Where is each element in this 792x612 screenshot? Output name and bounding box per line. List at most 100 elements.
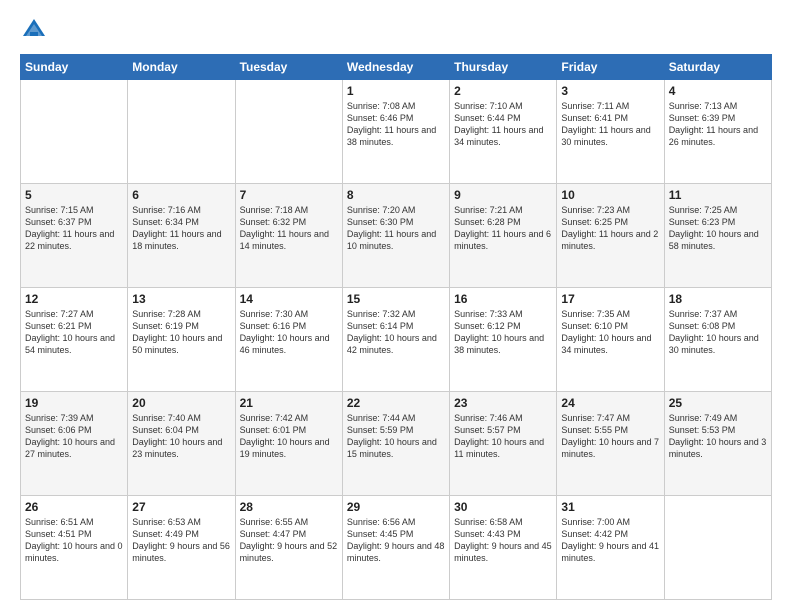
day-number: 7 — [240, 188, 338, 202]
calendar-cell: 24 Sunrise: 7:47 AM Sunset: 5:55 PM Dayli… — [557, 392, 664, 496]
calendar-cell: 31 Sunrise: 7:00 AM Sunset: 4:42 PM Dayli… — [557, 496, 664, 600]
day-number: 21 — [240, 396, 338, 410]
calendar-cell: 28Sunrise: 6:55 AM Sunset: 4:47 PM Dayli… — [235, 496, 342, 600]
day-info: Sunrise: 7:37 AM Sunset: 6:08 PM Dayligh… — [669, 308, 767, 357]
calendar-cell: 13 Sunrise: 7:28 AM Sunset: 6:19 PM Dayli… — [128, 288, 235, 392]
day-info: Sunrise: 7:49 AM Sunset: 5:53 PM Dayligh… — [669, 412, 767, 461]
calendar-cell: 22 Sunrise: 7:44 AM Sunset: 5:59 PM Dayli… — [342, 392, 449, 496]
calendar-week-1: 1Sunrise: 7:08 AM Sunset: 6:46 PM Daylig… — [21, 80, 772, 184]
day-header-friday: Friday — [557, 55, 664, 80]
calendar-cell: 21Sunrise: 7:42 AM Sunset: 6:01 PM Dayli… — [235, 392, 342, 496]
calendar-cell: 19 Sunrise: 7:39 AM Sunset: 6:06 PM Dayli… — [21, 392, 128, 496]
calendar-cell: 10 Sunrise: 7:23 AM Sunset: 6:25 PM Dayli… — [557, 184, 664, 288]
calendar-cell: 29 Sunrise: 6:56 AM Sunset: 4:45 PM Dayli… — [342, 496, 449, 600]
day-info: Sunrise: 7:40 AM Sunset: 6:04 PM Dayligh… — [132, 412, 230, 461]
day-info: Sunrise: 7:16 AM Sunset: 6:34 PM Dayligh… — [132, 204, 230, 253]
day-number: 17 — [561, 292, 659, 306]
day-header-monday: Monday — [128, 55, 235, 80]
day-number: 29 — [347, 500, 445, 514]
day-header-saturday: Saturday — [664, 55, 771, 80]
day-info: Sunrise: 6:58 AM Sunset: 4:43 PM Dayligh… — [454, 516, 552, 565]
day-number: 31 — [561, 500, 659, 514]
day-info: Sunrise: 7:30 AM Sunset: 6:16 PM Dayligh… — [240, 308, 338, 357]
day-header-thursday: Thursday — [450, 55, 557, 80]
day-info: Sunrise: 7:23 AM Sunset: 6:25 PM Dayligh… — [561, 204, 659, 253]
calendar: SundayMondayTuesdayWednesdayThursdayFrid… — [20, 54, 772, 600]
day-number: 23 — [454, 396, 552, 410]
day-info: Sunrise: 7:47 AM Sunset: 5:55 PM Dayligh… — [561, 412, 659, 461]
day-info: Sunrise: 7:28 AM Sunset: 6:19 PM Dayligh… — [132, 308, 230, 357]
day-info: Sunrise: 7:21 AM Sunset: 6:28 PM Dayligh… — [454, 204, 552, 253]
calendar-cell: 11 Sunrise: 7:25 AM Sunset: 6:23 PM Dayli… — [664, 184, 771, 288]
calendar-cell: 3 Sunrise: 7:11 AM Sunset: 6:41 PM Daylig… — [557, 80, 664, 184]
day-number: 10 — [561, 188, 659, 202]
day-number: 20 — [132, 396, 230, 410]
day-number: 12 — [25, 292, 123, 306]
logo-icon — [20, 16, 48, 44]
day-info: Sunrise: 7:44 AM Sunset: 5:59 PM Dayligh… — [347, 412, 445, 461]
calendar-cell: 17 Sunrise: 7:35 AM Sunset: 6:10 PM Dayli… — [557, 288, 664, 392]
day-info: Sunrise: 7:27 AM Sunset: 6:21 PM Dayligh… — [25, 308, 123, 357]
calendar-cell: 5 Sunrise: 7:15 AM Sunset: 6:37 PM Daylig… — [21, 184, 128, 288]
day-number: 16 — [454, 292, 552, 306]
day-number: 30 — [454, 500, 552, 514]
day-number: 24 — [561, 396, 659, 410]
calendar-cell: 16 Sunrise: 7:33 AM Sunset: 6:12 PM Dayli… — [450, 288, 557, 392]
day-number: 22 — [347, 396, 445, 410]
day-number: 11 — [669, 188, 767, 202]
day-info: Sunrise: 7:39 AM Sunset: 6:06 PM Dayligh… — [25, 412, 123, 461]
day-number: 3 — [561, 84, 659, 98]
day-info: Sunrise: 6:51 AM Sunset: 4:51 PM Dayligh… — [25, 516, 123, 565]
day-header-wednesday: Wednesday — [342, 55, 449, 80]
day-number: 28 — [240, 500, 338, 514]
day-number: 1 — [347, 84, 445, 98]
day-number: 25 — [669, 396, 767, 410]
logo — [20, 16, 52, 44]
calendar-cell: 7Sunrise: 7:18 AM Sunset: 6:32 PM Daylig… — [235, 184, 342, 288]
header — [20, 16, 772, 44]
calendar-cell: 15Sunrise: 7:32 AM Sunset: 6:14 PM Dayli… — [342, 288, 449, 392]
day-number: 27 — [132, 500, 230, 514]
day-number: 5 — [25, 188, 123, 202]
day-number: 4 — [669, 84, 767, 98]
calendar-week-2: 5 Sunrise: 7:15 AM Sunset: 6:37 PM Daylig… — [21, 184, 772, 288]
page: SundayMondayTuesdayWednesdayThursdayFrid… — [0, 0, 792, 612]
day-number: 18 — [669, 292, 767, 306]
calendar-week-5: 26 Sunrise: 6:51 AM Sunset: 4:51 PM Dayli… — [21, 496, 772, 600]
day-number: 15 — [347, 292, 445, 306]
day-info: Sunrise: 7:00 AM Sunset: 4:42 PM Dayligh… — [561, 516, 659, 565]
calendar-cell — [128, 80, 235, 184]
calendar-cell: 1Sunrise: 7:08 AM Sunset: 6:46 PM Daylig… — [342, 80, 449, 184]
calendar-cell: 23Sunrise: 7:46 AM Sunset: 5:57 PM Dayli… — [450, 392, 557, 496]
day-number: 14 — [240, 292, 338, 306]
calendar-cell — [21, 80, 128, 184]
day-header-tuesday: Tuesday — [235, 55, 342, 80]
day-number: 2 — [454, 84, 552, 98]
day-info: Sunrise: 7:20 AM Sunset: 6:30 PM Dayligh… — [347, 204, 445, 253]
day-info: Sunrise: 7:15 AM Sunset: 6:37 PM Dayligh… — [25, 204, 123, 253]
day-info: Sunrise: 7:33 AM Sunset: 6:12 PM Dayligh… — [454, 308, 552, 357]
calendar-cell: 9 Sunrise: 7:21 AM Sunset: 6:28 PM Daylig… — [450, 184, 557, 288]
calendar-cell: 26 Sunrise: 6:51 AM Sunset: 4:51 PM Dayli… — [21, 496, 128, 600]
calendar-cell: 30 Sunrise: 6:58 AM Sunset: 4:43 PM Dayli… — [450, 496, 557, 600]
calendar-cell: 4 Sunrise: 7:13 AM Sunset: 6:39 PM Daylig… — [664, 80, 771, 184]
calendar-cell: 20 Sunrise: 7:40 AM Sunset: 6:04 PM Dayli… — [128, 392, 235, 496]
calendar-cell: 6Sunrise: 7:16 AM Sunset: 6:34 PM Daylig… — [128, 184, 235, 288]
day-info: Sunrise: 7:35 AM Sunset: 6:10 PM Dayligh… — [561, 308, 659, 357]
day-info: Sunrise: 7:13 AM Sunset: 6:39 PM Dayligh… — [669, 100, 767, 149]
calendar-week-4: 19 Sunrise: 7:39 AM Sunset: 6:06 PM Dayli… — [21, 392, 772, 496]
day-number: 19 — [25, 396, 123, 410]
day-number: 9 — [454, 188, 552, 202]
day-number: 26 — [25, 500, 123, 514]
calendar-week-3: 12 Sunrise: 7:27 AM Sunset: 6:21 PM Dayli… — [21, 288, 772, 392]
day-number: 13 — [132, 292, 230, 306]
day-info: Sunrise: 7:25 AM Sunset: 6:23 PM Dayligh… — [669, 204, 767, 253]
day-info: Sunrise: 6:56 AM Sunset: 4:45 PM Dayligh… — [347, 516, 445, 565]
calendar-cell: 2Sunrise: 7:10 AM Sunset: 6:44 PM Daylig… — [450, 80, 557, 184]
day-info: Sunrise: 7:11 AM Sunset: 6:41 PM Dayligh… — [561, 100, 659, 149]
calendar-cell: 27 Sunrise: 6:53 AM Sunset: 4:49 PM Dayli… — [128, 496, 235, 600]
calendar-cell — [235, 80, 342, 184]
day-info: Sunrise: 6:53 AM Sunset: 4:49 PM Dayligh… — [132, 516, 230, 565]
calendar-header-row: SundayMondayTuesdayWednesdayThursdayFrid… — [21, 55, 772, 80]
calendar-cell: 25 Sunrise: 7:49 AM Sunset: 5:53 PM Dayli… — [664, 392, 771, 496]
